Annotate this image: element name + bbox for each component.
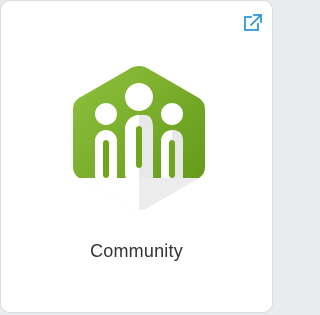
card-label: Community [90, 241, 183, 261]
community-logo-icon [69, 62, 209, 212]
external-link-icon[interactable] [242, 12, 264, 34]
community-card[interactable]: Community [0, 0, 273, 313]
